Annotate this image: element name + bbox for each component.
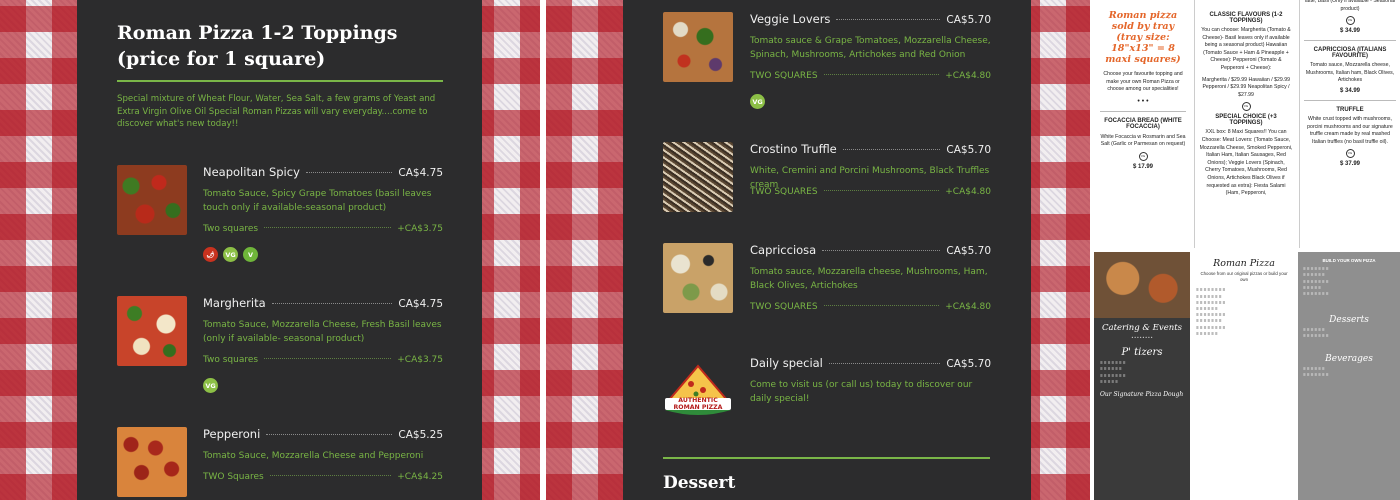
build-column: BUILD YOUR OWN PIZZA ≡ ≡ ≡ ≡ ≡ ≡ ≡ ≡ ≡ ≡ … — [1298, 252, 1400, 500]
item-image — [663, 243, 733, 313]
item-price: CA$5.70 — [946, 358, 991, 370]
special-logo — [663, 360, 733, 430]
item-option[interactable]: TWO SQUARES +CA$4.80 — [750, 71, 991, 81]
vegan-badge: VG — [750, 94, 765, 109]
flyer-bottom: Catering & Events • • • • • • • • P' tiz… — [1094, 252, 1400, 500]
item-description: Tomato Sauce, Spicy Grape Tomatoes (basi… — [203, 189, 432, 213]
item-name: Margherita — [203, 296, 266, 310]
item-image — [117, 165, 187, 235]
catering-column: Catering & Events • • • • • • • • P' tiz… — [1094, 252, 1190, 500]
item-name: Veggie Lovers — [750, 12, 831, 26]
item-description: Tomato Sauce, Mozzarella Cheese and Pepp… — [203, 451, 424, 461]
left-panel: Roman Pizza 1-2 Toppings (price for 1 sq… — [0, 0, 540, 500]
logo-text: AUTHENTIC ROMAN PIZZA — [673, 397, 723, 411]
item-price: CA$5.70 — [946, 245, 991, 257]
item-description: Come to visit us (or call us) today to d… — [750, 380, 973, 404]
item-image — [663, 142, 733, 212]
item-name: Capricciosa — [750, 243, 817, 257]
item-price: CA$4.75 — [398, 298, 443, 310]
item-description: Tomato Sauce, Mozzarella Cheese, Fresh B… — [203, 320, 442, 344]
roman-pizza-column: Roman Pizza Choose from our original piz… — [1192, 252, 1296, 500]
flyer-headline: Roman pizza sold by tray (tray size: 18"… — [1105, 10, 1181, 65]
item-price: CA$5.25 — [398, 429, 443, 441]
item-price: CA$4.75 — [398, 167, 443, 179]
item-option[interactable]: TWO SQUARES +CA$4.80 — [750, 187, 991, 197]
left-menu-card: Roman Pizza 1-2 Toppings (price for 1 sq… — [77, 0, 482, 500]
item-name: Crostino Truffle — [750, 142, 837, 156]
spicy-icon: 🌶 — [203, 247, 218, 262]
item-description: Tomato sauce, Mozzarella cheese, Mushroo… — [750, 267, 988, 291]
section-title: Roman Pizza 1-2 Toppings (price for 1 sq… — [117, 22, 398, 70]
middle-menu-card: Veggie Lovers CA$5.70 Tomato sauce & Gra… — [623, 0, 1031, 500]
middle-panel: Veggie Lovers CA$5.70 Tomato sauce & Gra… — [546, 0, 1090, 500]
item-image — [663, 12, 733, 82]
item-description: Tomato sauce & Grape Tomatoes, Mozzarell… — [750, 36, 991, 60]
section-divider — [117, 80, 443, 82]
item-option[interactable]: Two squares +CA$3.75 — [203, 355, 443, 365]
vegan-icon: VG — [1241, 102, 1251, 112]
vegan-badge: VG — [203, 378, 218, 393]
item-option[interactable]: TWO Squares +CA$4.25 — [203, 472, 443, 482]
item-image — [117, 427, 187, 497]
item-image — [117, 296, 187, 366]
item-name: Daily special — [750, 356, 823, 370]
section-divider — [663, 457, 990, 459]
item-option[interactable]: Two squares +CA$3.75 — [203, 224, 443, 234]
item-price: CA$5.70 — [946, 14, 991, 26]
vegan-badge: VG — [223, 247, 238, 262]
flyer-top: Roman pizza sold by tray (tray size: 18"… — [1094, 0, 1400, 248]
vegetarian-badge: V — [243, 247, 258, 262]
section-description: Special mixture of Wheat Flour, Water, S… — [117, 94, 436, 129]
section-title: Dessert — [663, 473, 736, 493]
item-name: Pepperoni — [203, 427, 261, 441]
item-name: Neapolitan Spicy — [203, 165, 300, 179]
vegan-icon: VG — [1138, 151, 1148, 161]
item-option[interactable]: TWO SQUARES +CA$4.80 — [750, 302, 991, 312]
item-price: CA$5.70 — [946, 144, 991, 156]
